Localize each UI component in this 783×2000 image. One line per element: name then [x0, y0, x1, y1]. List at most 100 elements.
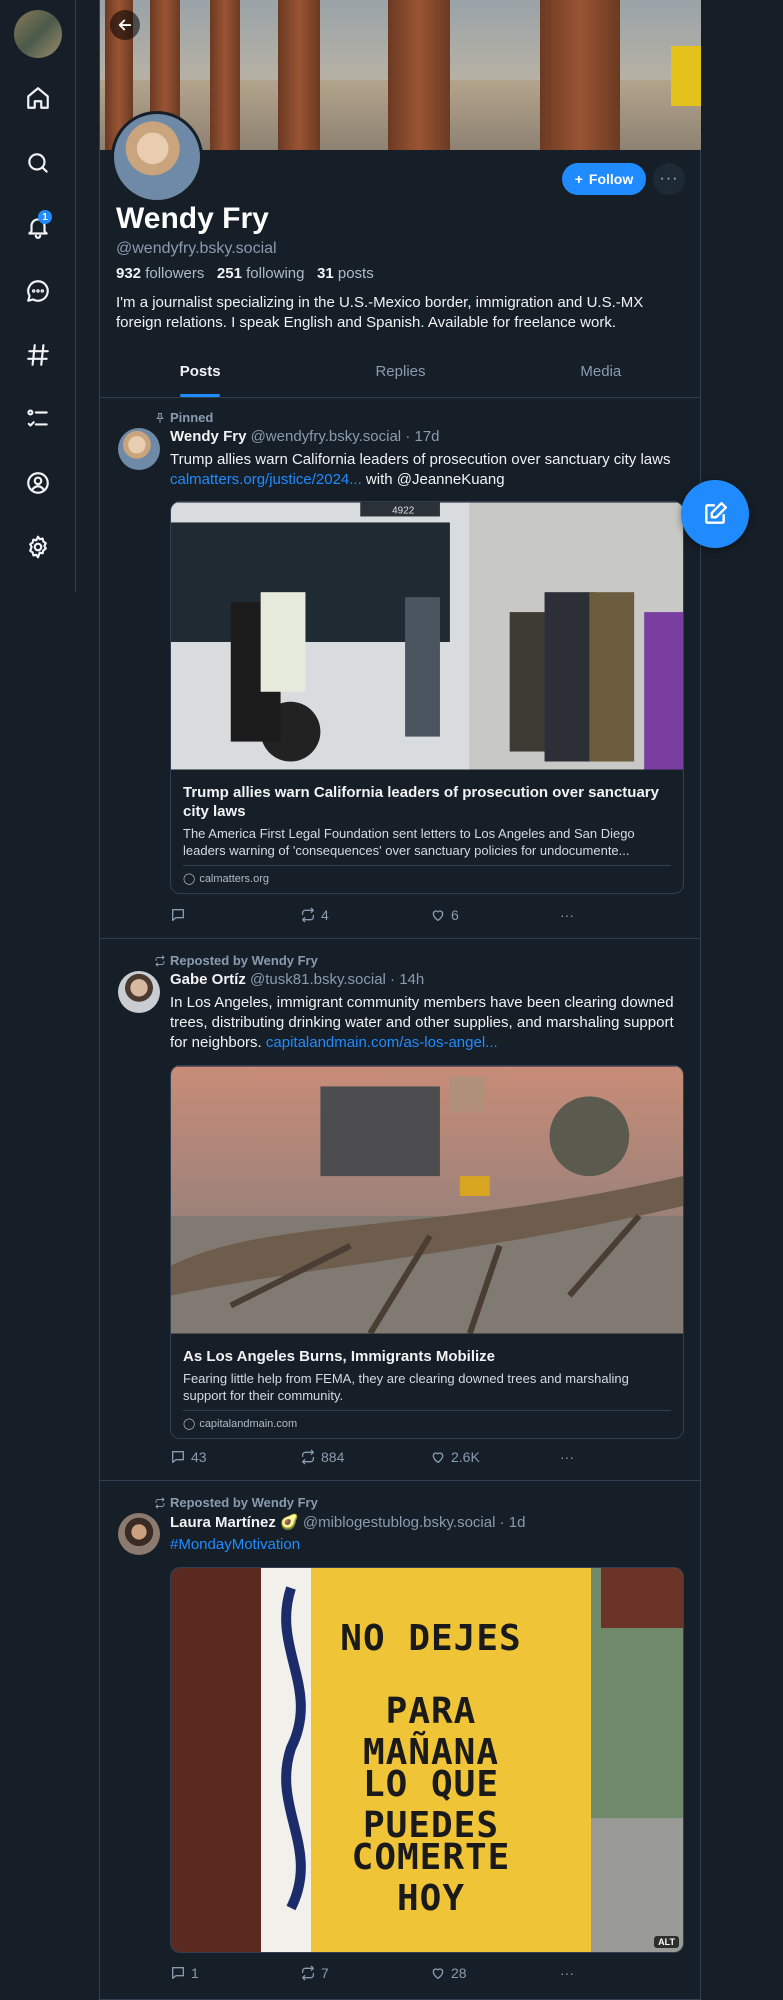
profile-handle: @wendyfry.bsky.social [116, 240, 277, 257]
hashtag-icon[interactable] [18, 335, 58, 375]
post-more-button[interactable]: ··· [560, 1963, 590, 1983]
post-header: Gabe Ortíz @tusk81.bsky.social · 14h [170, 971, 424, 988]
post-text: #MondayMotivation [170, 1535, 680, 1555]
card-image: 4922 [171, 502, 683, 770]
tab-posts[interactable]: Posts [100, 354, 300, 397]
post-author-handle[interactable]: @miblogestublog.bsky.social [303, 1514, 496, 1531]
card-image [171, 1066, 683, 1336]
post-avatar[interactable] [118, 971, 160, 1013]
reply-button[interactable]: 43 [170, 1447, 300, 1467]
card-description: The America First Legal Foundation sent … [183, 826, 635, 858]
post-time[interactable]: · 1d [500, 1514, 526, 1531]
repost-label: Reposted by Wendy Fry [154, 953, 318, 968]
profile-more-button[interactable]: ··· [653, 163, 685, 195]
heart-icon [432, 910, 444, 921]
repost-button[interactable]: 884 [300, 1447, 430, 1467]
chat-icon[interactable] [18, 271, 58, 311]
left-nav: 1 [0, 0, 76, 592]
followers-link[interactable]: 932 followers [116, 265, 204, 282]
gear-icon[interactable] [18, 527, 58, 567]
heart-icon [432, 1452, 444, 1463]
card-domain: ◯ capitalandmain.com [183, 1410, 671, 1438]
repost-label: Reposted by Wendy Fry [154, 1495, 318, 1510]
post-avatar[interactable] [118, 1513, 160, 1555]
post-avatar[interactable] [118, 428, 160, 470]
back-button[interactable] [110, 10, 140, 40]
post-more-button[interactable]: ··· [560, 1447, 590, 1467]
post-header: Laura Martínez 🥑 @miblogestublog.bsky.so… [170, 1513, 525, 1531]
bell-icon[interactable]: 1 [18, 207, 58, 247]
link-card[interactable]: 4922 Trump allies warn California leader… [170, 501, 684, 894]
reply-button[interactable] [170, 905, 300, 925]
posts-count: 31 posts [317, 265, 374, 282]
like-button[interactable]: 28 [430, 1963, 560, 1983]
post-time[interactable]: · 14h [390, 971, 424, 988]
post-actions: 43 884 2.6K ··· [170, 1447, 590, 1467]
post-author-name[interactable]: Laura Martínez 🥑 [170, 1514, 299, 1531]
post-header: Wendy Fry @wendyfry.bsky.social · 17d [170, 428, 440, 445]
repost-icon [155, 1497, 165, 1508]
heart-icon [432, 1968, 444, 1979]
profile-tabs: Posts Replies Media [100, 354, 701, 398]
profile-name: Wendy Fry [116, 202, 269, 235]
repost-button[interactable]: 7 [300, 1963, 430, 1983]
globe-icon: ◯ [183, 1418, 196, 1430]
repost-icon [302, 907, 314, 923]
profile-icon[interactable] [18, 463, 58, 503]
follow-button[interactable]: + Follow [562, 163, 646, 195]
notification-badge: 1 [38, 210, 52, 224]
card-description: Fearing little help from FEMA, they are … [183, 1371, 629, 1403]
post-time[interactable]: · 17d [405, 428, 439, 445]
post-author-handle[interactable]: @tusk81.bsky.social [250, 971, 386, 988]
svg-text:4922: 4922 [392, 505, 415, 516]
card-title: Trump allies warn California leaders of … [183, 784, 659, 820]
post-text: Trump allies warn California leaders of … [170, 451, 671, 488]
post-item[interactable]: Reposted by Wendy Fry Laura Martínez 🥑 @… [100, 1481, 701, 2000]
sign-line: PARA MAÑANA [362, 1691, 500, 1773]
profile-avatar[interactable] [111, 111, 203, 203]
compose-button[interactable] [681, 480, 749, 548]
repost-icon [302, 1965, 314, 1981]
sign-line: LO QUE PUEDES [362, 1764, 500, 1846]
post-more-button[interactable]: ··· [560, 905, 590, 925]
card-domain: ◯ calmatters.org [183, 865, 671, 893]
search-icon[interactable] [18, 143, 58, 183]
compose-icon [705, 501, 728, 524]
post-image[interactable]: NO DEJES PARA MAÑANA LO QUE PUEDES COMER… [170, 1567, 684, 1953]
tab-media[interactable]: Media [501, 354, 701, 397]
post-link[interactable]: capitalandmain.com/as-los-angel... [266, 1034, 498, 1051]
profile-bio: I'm a journalist specializing in the U.S… [116, 294, 644, 331]
arrow-left-icon [118, 19, 132, 31]
post-author-name[interactable]: Wendy Fry [170, 428, 246, 445]
alt-badge[interactable]: ALT [654, 1936, 679, 1948]
reply-icon [172, 909, 184, 921]
reply-icon [172, 1967, 184, 1979]
post-item[interactable]: Reposted by Wendy Fry Gabe Ortíz @tusk81… [100, 939, 701, 1481]
post-actions: 1 7 28 ··· [170, 1963, 590, 1983]
link-card[interactable]: As Los Angeles Burns, Immigrants Mobiliz… [170, 1065, 684, 1439]
post-item[interactable]: Pinned Wendy Fry @wendyfry.bsky.social ·… [100, 398, 701, 939]
list-icon[interactable] [18, 399, 58, 439]
post-text: In Los Angeles, immigrant community memb… [170, 994, 674, 1051]
profile-stats: 932 followers 251 following 31 posts [116, 265, 374, 282]
user-avatar[interactable] [14, 10, 62, 58]
repost-icon [302, 1449, 314, 1465]
home-icon[interactable] [18, 78, 58, 118]
sign-line: COMERTE HOY [351, 1837, 511, 1919]
hashtag-link[interactable]: #MondayMotivation [170, 1536, 300, 1553]
like-button[interactable]: 2.6K [430, 1447, 560, 1467]
like-button[interactable]: 6 [430, 905, 560, 925]
pin-icon [156, 412, 164, 423]
following-link[interactable]: 251 following [217, 265, 305, 282]
pinned-label: Pinned [154, 410, 213, 425]
sign-line: NO DEJES [340, 1618, 522, 1659]
tab-replies[interactable]: Replies [300, 354, 500, 397]
post-author-name[interactable]: Gabe Ortíz [170, 971, 246, 988]
post-actions: 4 6 ··· [170, 905, 590, 925]
profile-column: + Follow ··· Wendy Fry @wendyfry.bsky.so… [99, 0, 701, 2000]
post-link[interactable]: calmatters.org/justice/2024... [170, 471, 362, 488]
post-author-handle[interactable]: @wendyfry.bsky.social [251, 428, 402, 445]
reply-button[interactable]: 1 [170, 1963, 300, 1983]
repost-button[interactable]: 4 [300, 905, 430, 925]
globe-icon: ◯ [183, 873, 196, 885]
